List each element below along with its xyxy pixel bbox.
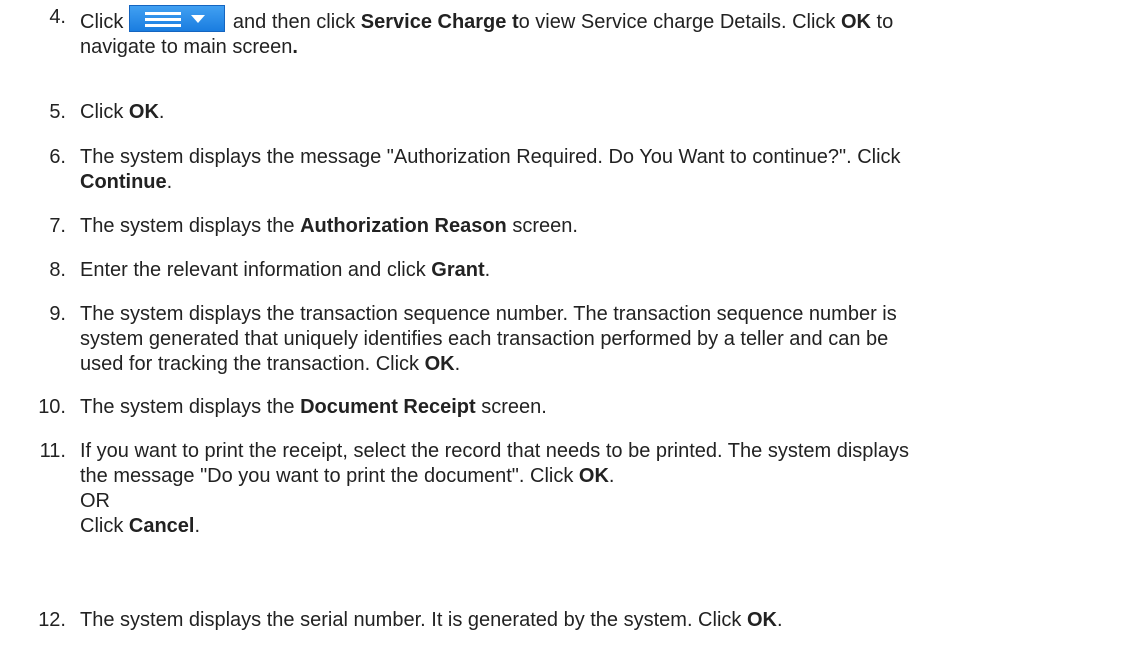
hamburger-menu-dropdown-icon (129, 5, 226, 32)
step-number: 7. (49, 215, 66, 237)
step-number: 5. (49, 101, 66, 123)
step-number: 9. (49, 303, 66, 325)
step-number: 4. (49, 6, 66, 28)
step-number: 12. (38, 609, 66, 631)
step-number: 11. (39, 440, 66, 462)
step-number: 8. (49, 259, 66, 281)
step-number: 6. (49, 146, 66, 168)
step-number: 10. (38, 396, 66, 418)
procedure-steps: 4. Click and then click Service Charge t… (0, 0, 1141, 662)
